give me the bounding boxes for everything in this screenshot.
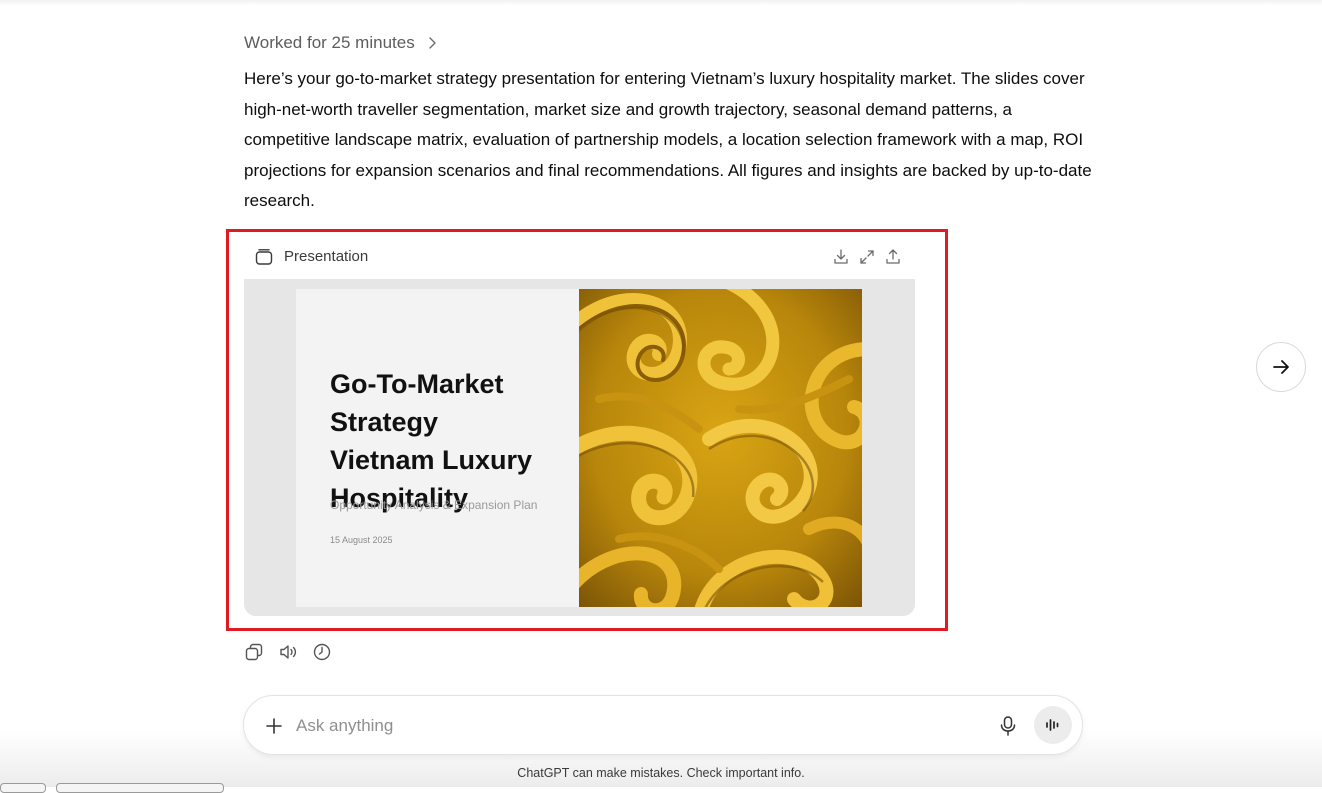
worked-duration-label: Worked for 25 minutes (244, 33, 415, 52)
microphone-icon[interactable] (998, 715, 1018, 737)
highlight-annotation-box (226, 229, 948, 631)
arrow-right-icon (1273, 360, 1289, 374)
voice-mode-button[interactable] (1034, 706, 1072, 744)
plus-icon[interactable] (264, 716, 284, 736)
chevron-right-icon (429, 37, 436, 49)
history-icon[interactable] (312, 642, 332, 662)
taskbar-item (0, 783, 46, 793)
top-fade (0, 0, 1322, 6)
prompt-input[interactable] (294, 712, 978, 740)
voice-mode-icon (1046, 719, 1059, 731)
copy-icon[interactable] (244, 642, 264, 662)
disclaimer: ChatGPT can make mistakes. Check importa… (517, 766, 805, 780)
read-aloud-icon[interactable] (278, 642, 298, 662)
taskbar-item (56, 783, 224, 793)
message-actions (244, 642, 332, 662)
composer (243, 695, 1083, 755)
worked-duration-toggle[interactable]: Worked for 25 minutes (244, 33, 439, 53)
next-slide-button[interactable] (1256, 342, 1306, 392)
assistant-message: Here’s your go-to-market strategy presen… (244, 69, 1092, 211)
